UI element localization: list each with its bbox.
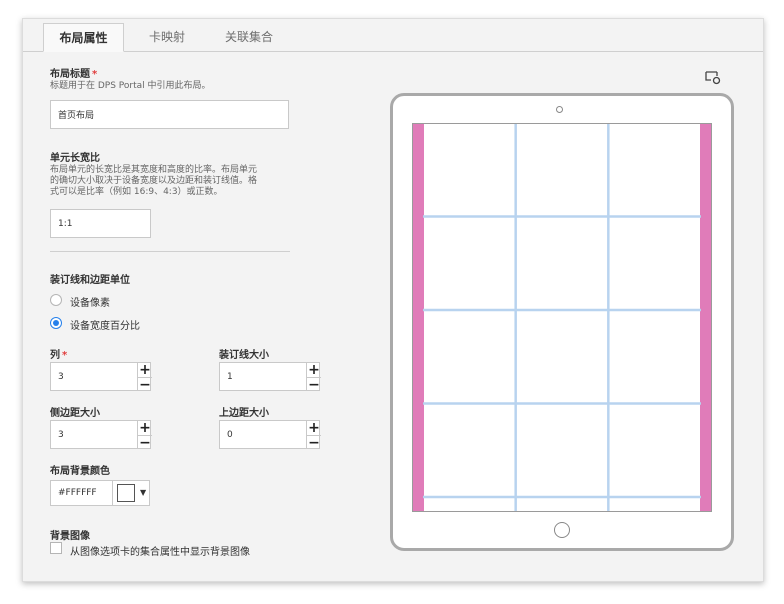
right-margin xyxy=(700,124,711,511)
color-picker-button[interactable]: ▼ xyxy=(112,480,150,506)
cell-aspect-description-line: 布局单元的长宽比是其宽度和高度的比率。布局单元 xyxy=(50,165,258,175)
side-margin-label: 侧边距大小 xyxy=(50,408,100,419)
device-home-button xyxy=(554,522,570,538)
bg-color-input[interactable]: #FFFFFF xyxy=(50,480,113,506)
increment-button[interactable]: + xyxy=(138,421,152,435)
bg-image-checkbox[interactable] xyxy=(50,542,62,554)
side-margin-stepper[interactable]: 3 + − xyxy=(50,420,152,450)
left-margin xyxy=(413,124,424,511)
columns-value: 3 xyxy=(58,371,64,382)
columns-label-text: 列 xyxy=(50,350,60,361)
decrement-button[interactable]: − xyxy=(307,435,321,450)
top-margin-label: 上边距大小 xyxy=(219,408,269,419)
radio-device-pixels[interactable] xyxy=(50,294,62,306)
required-mark: * xyxy=(62,350,68,361)
chevron-down-icon: ▼ xyxy=(140,488,147,497)
cell-aspect-input[interactable]: 1:1 xyxy=(50,209,151,238)
radio-device-width-percent-label: 设备宽度百分比 xyxy=(70,321,140,332)
bg-image-checkbox-label: 从图像选项卡的集合属性中显示背景图像 xyxy=(70,547,250,558)
layout-title-value: 首页布局 xyxy=(58,111,95,121)
stepper-controls: + − xyxy=(306,363,321,392)
gutter-label: 装订线大小 xyxy=(219,350,269,361)
columns-label: 列 * xyxy=(50,346,67,361)
layout-title-input[interactable]: 首页布局 xyxy=(50,100,289,129)
decrement-button[interactable]: − xyxy=(138,377,152,392)
cell-aspect-description: 布局单元的长宽比是其宽度和高度的比率。布局单元 的确切大小取决于设备宽度以及边距… xyxy=(50,165,257,198)
increment-button[interactable]: + xyxy=(307,421,321,435)
device-preview xyxy=(390,93,734,551)
layout-properties-panel: 布局属性 卡映射 关联集合 布局标题 * 标题用于在 DPS Portal 中引用… xyxy=(22,18,764,582)
tab-related-collections[interactable]: 关联集合 xyxy=(209,23,289,51)
section-divider xyxy=(50,251,290,252)
layout-title-description: 标题用于在 DPS Portal 中引用此布局。 xyxy=(50,81,211,91)
tab-bar: 布局属性 卡映射 关联集合 xyxy=(23,19,763,52)
decrement-button[interactable]: − xyxy=(307,377,321,392)
top-margin-value: 0 xyxy=(227,429,233,440)
layout-grid-preview xyxy=(412,123,712,512)
gutter-stepper[interactable]: 1 + − xyxy=(219,362,321,392)
columns-stepper[interactable]: 3 + − xyxy=(50,362,152,392)
bg-color-value: #FFFFFF xyxy=(58,488,97,498)
radio-device-width-percent[interactable] xyxy=(50,317,62,329)
color-swatch xyxy=(117,484,135,502)
layout-title-label: 布局标题 * xyxy=(50,65,97,80)
preview-device-icon[interactable] xyxy=(705,69,721,85)
stepper-controls: + − xyxy=(137,421,152,450)
stepper-controls: + − xyxy=(137,363,152,392)
cell-aspect-value: 1:1 xyxy=(58,218,73,229)
increment-button[interactable]: + xyxy=(138,363,152,377)
stepper-controls: + − xyxy=(306,421,321,450)
top-margin-stepper[interactable]: 0 + − xyxy=(219,420,321,450)
bg-image-label: 背景图像 xyxy=(50,531,90,542)
bg-color-label: 布局背景颜色 xyxy=(50,466,110,477)
gutter-value: 1 xyxy=(227,371,233,382)
units-label: 装订线和边距单位 xyxy=(50,275,130,286)
radio-device-pixels-label: 设备像素 xyxy=(70,298,110,309)
tab-card-mapping[interactable]: 卡映射 xyxy=(127,23,207,51)
cell-aspect-description-line: 的确切大小取决于设备宽度以及边距和装订线值。格 xyxy=(50,176,258,186)
increment-button[interactable]: + xyxy=(307,363,321,377)
side-margin-value: 3 xyxy=(58,429,64,440)
decrement-button[interactable]: − xyxy=(138,435,152,450)
device-camera xyxy=(556,106,563,113)
tab-layout-properties[interactable]: 布局属性 xyxy=(43,23,124,52)
screen-area xyxy=(412,123,712,512)
cell-aspect-description-line: 式可以是比率（例如 16:9、4:3）或正数。 xyxy=(50,187,223,197)
cell-aspect-label: 单元长宽比 xyxy=(50,153,100,164)
required-mark: * xyxy=(92,69,98,80)
layout-title-label-text: 布局标题 xyxy=(50,69,90,80)
